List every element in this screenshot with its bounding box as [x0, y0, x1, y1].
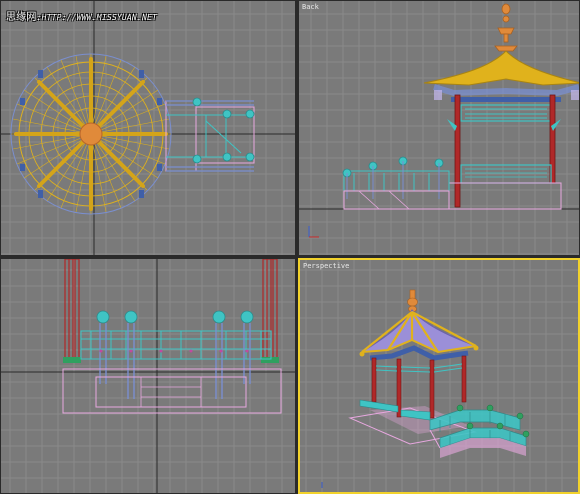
bridge-side-wireframe: [62, 259, 282, 414]
watermark-url: :HTTP://WWW.MISSYUAN.NET: [36, 13, 158, 22]
world-axes: [1, 1, 295, 255]
viewport-divider-horizontal[interactable]: [0, 256, 580, 258]
viewport-left[interactable]: [0, 258, 296, 494]
perspective-view-canvas: [300, 260, 578, 492]
roof-plan-wireframe: [10, 53, 172, 215]
grid: [1, 1, 295, 255]
watermark: 思缘网:HTTP://WWW.MISSYUAN.NET: [6, 8, 157, 23]
viewport-perspective[interactable]: Perspective: [298, 258, 580, 494]
viewport-label[interactable]: Perspective: [303, 262, 349, 270]
left-view-canvas: [1, 259, 295, 493]
max-viewport-layout: 思缘网:HTTP://WWW.MISSYUAN.NET Back Perspec…: [0, 0, 580, 494]
watermark-site-name: 思缘网: [6, 12, 37, 23]
grid: [299, 1, 579, 255]
top-view-canvas: [1, 1, 295, 255]
viewport-label[interactable]: Back: [302, 3, 319, 11]
pavilion-render: [348, 289, 530, 458]
viewport-top[interactable]: [0, 0, 296, 256]
viewport-divider-vertical[interactable]: [296, 0, 298, 494]
back-view-canvas: [299, 1, 579, 255]
grid: [300, 260, 578, 492]
viewport-back[interactable]: Back: [298, 0, 580, 256]
pavilion-elevation-wireframe: [342, 3, 579, 210]
